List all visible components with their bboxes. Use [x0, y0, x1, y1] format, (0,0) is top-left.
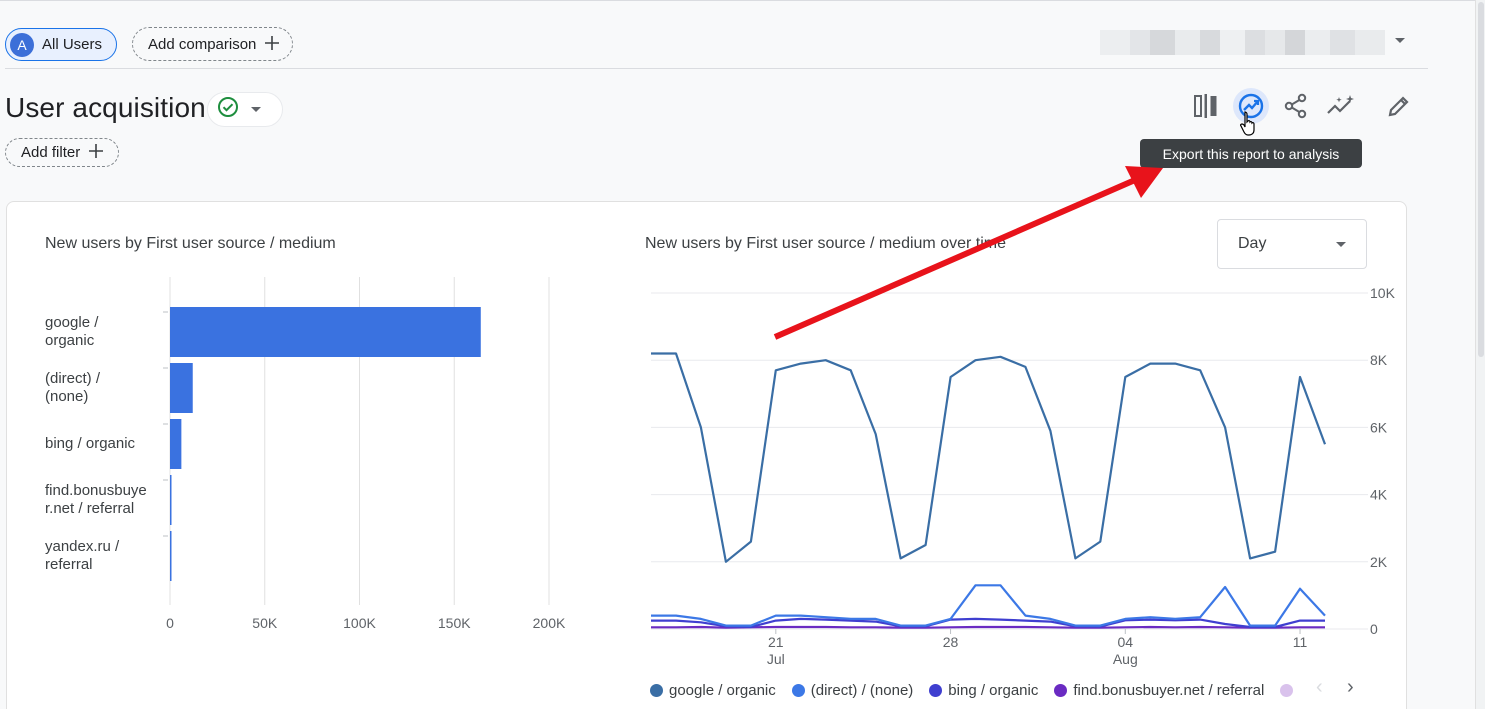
- bar-x-tick-label: 200K: [533, 615, 566, 631]
- chevron-down-icon: [1336, 241, 1346, 247]
- legend-item[interactable]: (direct) / (none): [791, 682, 914, 699]
- legend-prev-icon[interactable]: ‹: [1316, 676, 1323, 699]
- line-x-tick-label: 04: [1118, 634, 1134, 650]
- legend-item[interactable]: find.bonusbuyer.net / referral: [1054, 682, 1264, 699]
- hand-cursor-icon: [1239, 110, 1259, 141]
- bar-x-tick-label: 50K: [252, 615, 278, 631]
- bar-x-tick-label: 0: [166, 615, 174, 631]
- line-y-tick-label: 10K: [1370, 285, 1396, 301]
- add-comparison-button[interactable]: Add comparison: [132, 27, 294, 61]
- add-filter-label: Add filter: [21, 144, 81, 161]
- legend-label: bing / organic: [948, 682, 1039, 699]
- line-x-tick-label: 11: [1293, 634, 1308, 650]
- report-status-dropdown[interactable]: [207, 92, 283, 127]
- legend-dot: [650, 684, 663, 697]
- granularity-value: Day: [1238, 235, 1267, 252]
- line-series: [651, 352, 1327, 563]
- line-chart-legend: google / organic (direct) / (none) bing / …: [650, 682, 1294, 699]
- bar: [170, 419, 182, 469]
- line-x-tick-label: 21: [768, 634, 784, 650]
- line-y-tick-label: 6K: [1370, 419, 1388, 435]
- line-x-tick-month: Jul: [767, 651, 785, 667]
- legend-label: google / organic: [669, 682, 776, 699]
- legend-dot: [1054, 684, 1068, 697]
- bar: [170, 475, 172, 525]
- check-circle-icon: [217, 96, 239, 123]
- line-y-tick-label: 8K: [1370, 352, 1388, 368]
- legend-overflow-dot: [1280, 684, 1294, 697]
- bar-x-tick-label: 100K: [343, 615, 376, 631]
- compare-icon[interactable]: [1188, 88, 1224, 124]
- chevron-down-icon: [251, 107, 261, 112]
- pencil-icon[interactable]: [1381, 88, 1417, 124]
- bar-chart-title: New users by First user source / medium: [45, 235, 336, 252]
- segment-label: All Users: [42, 36, 103, 53]
- segment-avatar: A: [10, 32, 34, 57]
- segment-chip-all-users[interactable]: A All Users: [5, 28, 118, 61]
- legend-label: find.bonusbuyer.net / referral: [1073, 682, 1265, 699]
- legend-dot: [791, 684, 805, 697]
- legend-dot: [929, 684, 943, 697]
- legend-item[interactable]: bing / organic: [929, 682, 1038, 699]
- account-dropdown-caret-icon[interactable]: [1395, 38, 1405, 43]
- add-filter-button[interactable]: Add filter: [5, 138, 120, 167]
- plus-icon: [264, 33, 280, 55]
- granularity-select[interactable]: Day: [1217, 219, 1367, 269]
- line-y-tick-label: 2K: [1370, 554, 1388, 570]
- bar: [170, 307, 481, 357]
- header-divider: [5, 68, 1428, 69]
- legend-item[interactable]: google / organic: [650, 682, 776, 699]
- share-icon[interactable]: [1278, 88, 1314, 124]
- line-y-tick-label: 4K: [1370, 487, 1388, 503]
- line-x-tick-month: Aug: [1113, 651, 1138, 667]
- scrollbar-thumb[interactable]: [1478, 2, 1484, 357]
- bar: [170, 363, 193, 413]
- plus-icon: [88, 143, 104, 163]
- account-selector[interactable]: [1100, 30, 1385, 55]
- line-y-tick-label: 0: [1370, 621, 1378, 637]
- legend-label: (direct) / (none): [810, 682, 914, 699]
- bar-chart: 0 50K 100K 150K 200K: [163, 277, 566, 631]
- top-border: [0, 0, 1475, 1]
- line-x-tick-label: 28: [943, 634, 959, 650]
- annotation-arrow: [773, 166, 1163, 340]
- sparkle-insights-icon[interactable]: [1323, 88, 1359, 124]
- add-comparison-label: Add comparison: [148, 35, 257, 53]
- page-title: User acquisition: [5, 92, 206, 123]
- legend-next-icon[interactable]: ›: [1347, 676, 1354, 699]
- bar: [170, 531, 172, 581]
- bar-x-tick-label: 150K: [438, 615, 471, 631]
